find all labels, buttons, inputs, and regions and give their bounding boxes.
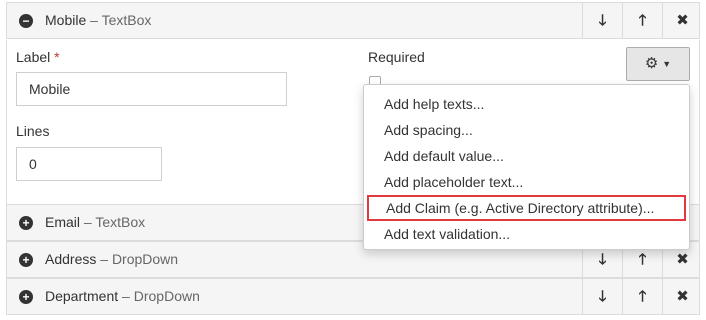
lines-input[interactable]: 0 (16, 147, 162, 181)
plus-circle-icon[interactable]: + (19, 290, 33, 304)
field-row-department[interactable]: + Department – DropDown 🡓 🡑 ✖ (6, 278, 700, 315)
menu-item-add-default-value[interactable]: Add default value... (364, 143, 689, 169)
menu-item-add-spacing[interactable]: Add spacing... (364, 117, 689, 143)
settings-dropdown-menu: Add help texts... Add spacing... Add def… (363, 84, 690, 250)
move-down-button[interactable]: 🡓 (582, 279, 622, 314)
move-down-button[interactable]: 🡓 (582, 3, 622, 38)
required-asterisk: * (54, 49, 60, 65)
delete-button[interactable]: ✖ (662, 279, 702, 314)
menu-item-add-text-validation[interactable]: Add text validation... (364, 221, 689, 247)
settings-dropdown-button[interactable]: ⚙ ▼ (626, 47, 690, 81)
move-up-button[interactable]: 🡑 (622, 279, 662, 314)
move-up-button[interactable]: 🡑 (622, 3, 662, 38)
gear-icon: ⚙ (644, 55, 659, 72)
required-label: Required (368, 49, 425, 65)
label-field-label: Label * (16, 49, 60, 65)
chevron-down-icon: ▼ (662, 59, 672, 70)
field-row-mobile[interactable]: − Mobile – TextBox 🡓 🡑 ✖ (6, 2, 700, 39)
menu-item-add-help-texts[interactable]: Add help texts... (364, 91, 689, 117)
field-title: Department – DropDown (45, 288, 200, 304)
field-title: Address – DropDown (45, 251, 179, 267)
delete-button[interactable]: ✖ (662, 3, 702, 38)
label-input[interactable]: Mobile (16, 72, 287, 106)
field-title: Email – TextBox (45, 214, 146, 230)
plus-circle-icon[interactable]: + (19, 253, 33, 267)
plus-circle-icon[interactable]: + (19, 216, 33, 230)
menu-item-add-placeholder-text[interactable]: Add placeholder text... (364, 169, 689, 195)
minus-circle-icon[interactable]: − (19, 14, 33, 28)
menu-item-add-claim[interactable]: Add Claim (e.g. Active Directory attribu… (367, 195, 686, 221)
field-title: Mobile – TextBox (45, 12, 152, 28)
lines-label: Lines (16, 123, 50, 139)
